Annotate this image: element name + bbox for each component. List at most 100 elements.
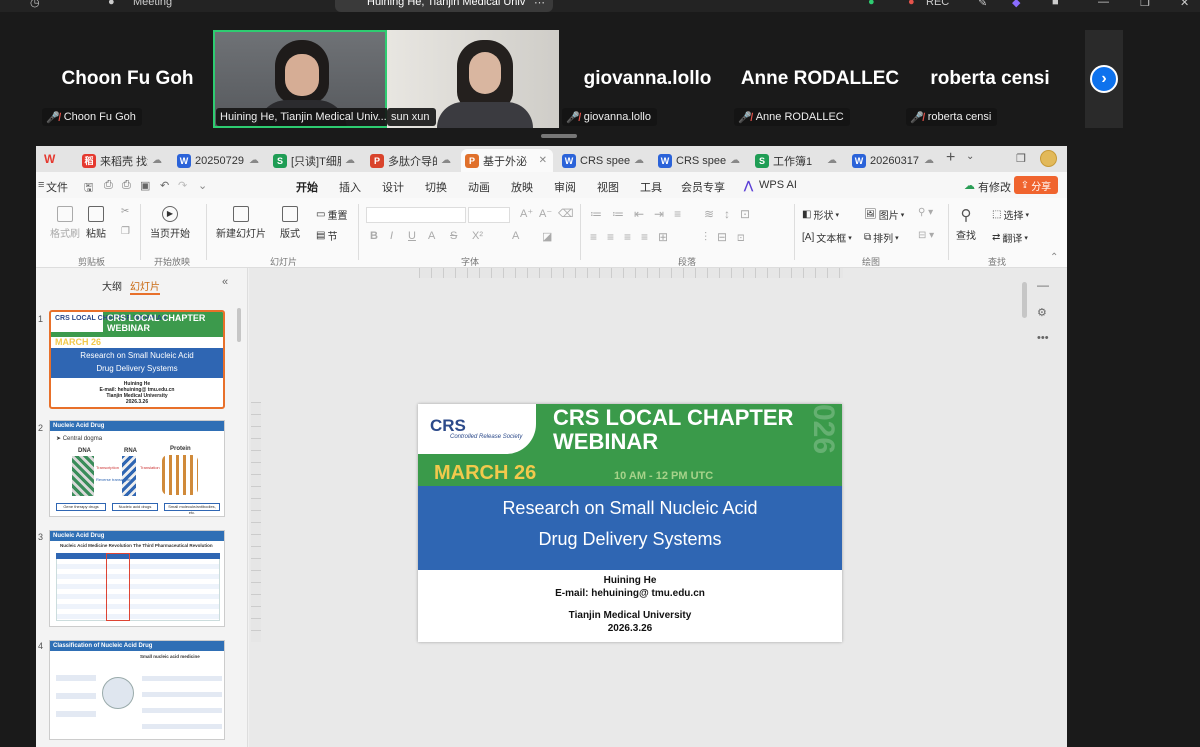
file-menu[interactable]: 文件 <box>46 179 68 195</box>
doc-tab-8[interactable]: S 工作簿1 ☁ <box>751 149 843 172</box>
reset-button[interactable]: ▭ 重置 <box>316 207 347 222</box>
menu-item-tools[interactable]: 工具 <box>640 179 662 195</box>
superscript-icon[interactable]: X² <box>472 230 483 242</box>
drag-handle[interactable] <box>541 134 577 138</box>
more-options-icon[interactable]: ••• <box>1037 332 1049 344</box>
translate-button[interactable]: ⇄ 翻译 ▾ <box>992 230 1028 245</box>
shadow-icon[interactable]: A <box>428 230 435 242</box>
picture-button[interactable]: 🖼 图片 ▾ <box>864 207 904 222</box>
current-slide[interactable]: CRS Controlled Release Society CRS LOCAL… <box>418 404 842 642</box>
restore-icon[interactable]: ❐ <box>1140 0 1150 9</box>
select-button[interactable]: ⬚ 选择 ▾ <box>992 207 1029 222</box>
export-icon[interactable]: ⎙ <box>104 179 113 192</box>
chevron-right-icon[interactable]: › <box>1090 65 1118 93</box>
meeting-label[interactable]: Meeting <box>133 0 172 8</box>
undo-icon[interactable]: ↶ <box>160 179 169 192</box>
layout-button[interactable]: 版式 <box>280 206 300 240</box>
clock-icon[interactable]: ◷ <box>30 0 40 9</box>
slide-thumbnail-3[interactable]: Nucleic Acid Drug Nucleic Acid Medicine … <box>49 530 225 627</box>
menu-item-animation[interactable]: 动画 <box>468 179 490 195</box>
doc-tab-2[interactable]: W 20250729 ☁ <box>173 149 265 172</box>
doc-tab-1[interactable]: 稻来稻壳 找素材 ☁ <box>78 149 168 172</box>
menu-item-wps-ai[interactable]: WPS AI <box>759 179 797 191</box>
fill-icon[interactable]: ⚲ ▾ <box>918 207 933 218</box>
ai-companion-icon[interactable]: ◆ <box>1012 0 1020 9</box>
active-window-title[interactable]: Huining He, Tianjin Medical Univ <box>367 0 525 8</box>
menu-item-home[interactable]: 开始 <box>296 179 318 200</box>
highlight-icon[interactable]: ◪ <box>542 230 552 243</box>
menu-item-review[interactable]: 审阅 <box>554 179 576 195</box>
underline-icon[interactable]: U <box>408 230 416 242</box>
menu-item-insert[interactable]: 插入 <box>339 179 361 195</box>
format-painter-button[interactable]: 格式刷 <box>50 206 80 240</box>
close-tab-icon[interactable]: ✕ <box>539 155 547 166</box>
italic-icon[interactable]: I <box>390 230 393 242</box>
doc-tab-3[interactable]: S [只读]T细胞 ☁ <box>269 149 361 172</box>
new-slide-button[interactable]: 新建幻灯片 <box>216 206 266 240</box>
strikethrough-icon[interactable]: S <box>450 230 457 242</box>
paragraph-extra-icons[interactable]: ⫶⊟⊡ <box>704 230 755 245</box>
play-from-current-button[interactable]: ▶ 当页开始 <box>150 206 190 240</box>
redo-icon[interactable]: ↷ <box>178 179 187 192</box>
avatar[interactable] <box>1040 150 1057 167</box>
stop-share-icon[interactable]: ■ <box>1052 0 1059 8</box>
share-button[interactable]: ⇪ 分享 <box>1014 176 1058 194</box>
save-icon[interactable]: 🖫 <box>84 179 93 198</box>
paragraph-spacing-icons[interactable]: ≋↕⊡ <box>704 207 760 221</box>
shape-button[interactable]: ◧ 形状 ▾ <box>802 207 839 222</box>
menu-item-slideshow[interactable]: 放映 <box>511 179 533 195</box>
new-tab-icon[interactable]: + <box>946 149 955 167</box>
wps-logo-icon[interactable]: W <box>44 152 60 166</box>
paste-button[interactable]: 粘贴 <box>86 206 106 240</box>
collapse-ribbon-icon[interactable]: ⌃ <box>1050 252 1058 263</box>
section-button[interactable]: ▤ 节 <box>316 228 337 243</box>
font-shrink-icon[interactable]: A⁻ <box>539 207 552 220</box>
menu-item-transition[interactable]: 切换 <box>425 179 447 195</box>
tab-slides[interactable]: 幻灯片 <box>130 278 160 295</box>
properties-icon[interactable]: ⚙ <box>1037 306 1047 319</box>
more-icon[interactable]: ⋯ <box>534 0 545 9</box>
find-button[interactable]: ⚲ 查找 <box>956 206 976 242</box>
menu-item-view[interactable]: 视图 <box>597 179 619 195</box>
menu-item-member[interactable]: 会员专享 <box>681 179 725 195</box>
zoom-out-icon[interactable]: — <box>1037 278 1049 292</box>
slide-thumbnail-4[interactable]: Classification of Nucleic Acid Drug Smal… <box>49 640 225 740</box>
chevron-down-icon[interactable]: ⌄ <box>198 179 207 192</box>
annotate-icon[interactable]: ✎ <box>978 0 987 9</box>
print-icon[interactable]: ⎙ <box>122 179 131 192</box>
copy-icon[interactable]: ❐ <box>121 226 130 237</box>
close-icon[interactable]: ✕ <box>1180 0 1189 9</box>
chevron-down-icon[interactable]: ⌄ <box>966 151 974 162</box>
window-restore-icon[interactable]: ❐ <box>1016 152 1026 165</box>
menu-toggle-icon[interactable]: ≡ <box>38 179 44 191</box>
preview-icon[interactable]: ▣ <box>140 179 150 192</box>
paragraph-list-icons[interactable]: ≔≔⇤⇥≡ <box>590 207 691 221</box>
doc-tab-4[interactable]: P 多肽介导的 ☁ <box>366 149 457 172</box>
font-size-select[interactable] <box>468 207 510 223</box>
textbox-button[interactable]: [A] 文本框 ▾ <box>802 230 852 245</box>
clear-format-icon[interactable]: ⌫ <box>558 207 574 220</box>
doc-type-icon: S <box>273 153 287 168</box>
collapse-panel-icon[interactable]: « <box>222 276 228 288</box>
doc-tab-7[interactable]: W CRS speec ☁ <box>654 149 746 172</box>
slide-thumbnail-2[interactable]: Nucleic Acid Drug ➤ Central dogma DNA RN… <box>49 420 225 517</box>
bold-icon[interactable]: B <box>370 230 378 242</box>
rec-label[interactable]: REC <box>926 0 949 8</box>
doc-tab-5[interactable]: P 基于外泌 ✕ <box>461 149 553 172</box>
font-grow-icon[interactable]: A⁺ <box>520 207 533 220</box>
panel-scrollbar[interactable] <box>237 308 241 342</box>
cut-icon[interactable]: ✂ <box>121 206 129 217</box>
slide-thumbnail-1[interactable]: CRS LOCAL CHAPTER WEBINAR CRS LOCAL CHAP… <box>49 310 225 409</box>
minimize-icon[interactable]: — <box>1098 0 1109 8</box>
outline-icon[interactable]: ⊟ ▾ <box>918 230 934 241</box>
tab-outline[interactable]: 大纲 <box>102 278 122 293</box>
menu-item-design[interactable]: 设计 <box>382 179 404 195</box>
has-changes-label[interactable]: 有修改 <box>978 179 1011 195</box>
arrange-button[interactable]: ⧉ 排列 ▾ <box>864 230 899 245</box>
canvas-scrollbar[interactable] <box>1022 282 1027 318</box>
doc-tab-6[interactable]: W CRS speec ☁ <box>558 149 650 172</box>
font-color-icon[interactable]: A <box>512 230 519 242</box>
doc-tab-9[interactable]: W 20260317 ☁ <box>848 149 940 172</box>
font-name-select[interactable] <box>366 207 466 223</box>
paragraph-align-icons[interactable]: ≡≡≡≡⊞ <box>590 230 678 244</box>
